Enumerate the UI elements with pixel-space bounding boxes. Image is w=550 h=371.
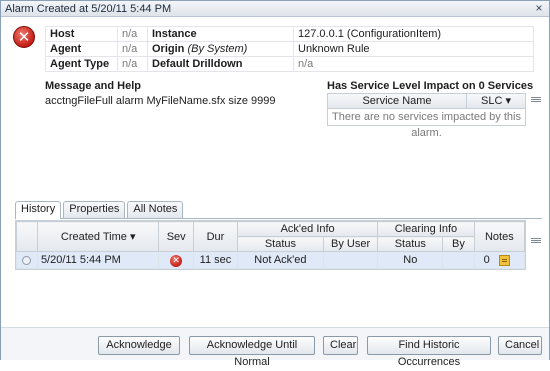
services-grid-header: Service Name SLC ▾: [328, 94, 525, 109]
tab-strip: History Properties All Notes: [15, 201, 185, 219]
sev-column-header[interactable]: Sev: [158, 221, 194, 252]
host-value: n/a: [117, 26, 148, 42]
row-radio[interactable]: [22, 255, 32, 265]
title-bar: Alarm Created at 5/20/11 5:44 PM ×: [1, 1, 549, 17]
service-impact-heading: Has Service Level Impact on 0 Services: [327, 80, 534, 92]
origin-label: Origin (By System): [147, 41, 294, 57]
default-drilldown-label: Default Drilldown: [147, 56, 294, 72]
host-label: Host: [45, 26, 118, 42]
row-select-cell[interactable]: [16, 251, 38, 269]
notes-cell: 0: [473, 251, 526, 269]
property-row: Agent n/a Origin (By System) Unknown Rul…: [45, 41, 534, 57]
instance-label: Instance: [147, 26, 294, 42]
slc-column-header[interactable]: SLC ▾: [467, 94, 525, 108]
error-x-icon: ✕: [170, 254, 183, 267]
clearing-status-column-header[interactable]: Status: [377, 236, 444, 252]
clear-button[interactable]: Clear: [323, 336, 358, 355]
clearing-info-group-header: Clearing Info: [377, 221, 475, 237]
button-bar: Acknowledge Acknowledge Until Normal Cle…: [1, 327, 549, 368]
history-header-row: Created Time ▾ Sev Dur Ack'ed Info Clear…: [16, 221, 526, 252]
tab-all-notes[interactable]: All Notes: [127, 201, 184, 218]
dur-column-header[interactable]: Dur: [192, 221, 238, 252]
error-x-icon: ✕: [13, 26, 35, 48]
acknowledge-button[interactable]: Acknowledge: [98, 336, 180, 355]
close-icon[interactable]: ×: [533, 2, 545, 15]
window-title: Alarm Created at 5/20/11 5:44 PM: [5, 3, 172, 15]
agent-value: n/a: [117, 41, 148, 57]
property-row: Agent Type n/a Default Drilldown n/a: [45, 56, 534, 72]
history-grid: Created Time ▾ Sev Dur Ack'ed Info Clear…: [15, 220, 526, 270]
tab-properties[interactable]: Properties: [63, 201, 126, 218]
column-chooser-icon[interactable]: [531, 96, 541, 105]
acked-status-column-header[interactable]: Status: [236, 236, 324, 252]
origin-label-text: Origin: [152, 43, 185, 55]
notes-column-header[interactable]: Notes: [473, 221, 526, 252]
property-row: Host n/a Instance 127.0.0.1 (Configurati…: [45, 26, 534, 42]
agent-type-label: Agent Type: [45, 56, 118, 72]
alarm-dialog: Alarm Created at 5/20/11 5:44 PM × ✕ Hos…: [0, 0, 550, 368]
acked-by-user-column-header[interactable]: By User: [322, 236, 379, 252]
service-name-column-header[interactable]: Service Name: [328, 94, 467, 108]
clearing-status-cell: No: [377, 251, 444, 269]
services-empty-message: There are no services impacted by this a…: [332, 111, 521, 139]
agent-type-value: n/a: [117, 56, 148, 72]
clearing-by-column-header[interactable]: By: [442, 236, 475, 252]
sev-cell: ✕: [158, 251, 194, 269]
find-historic-occurrences-button[interactable]: Find Historic Occurrences: [367, 336, 491, 368]
message-text: acctngFileFull alarm MyFileName.sfx size…: [45, 95, 276, 107]
origin-label-sub: (By System): [187, 43, 248, 55]
alarm-properties-table: Host n/a Instance 127.0.0.1 (Configurati…: [45, 26, 534, 72]
notes-count: 0: [483, 254, 490, 266]
acked-info-group-header: Ack'ed Info: [236, 221, 379, 237]
note-icon[interactable]: [498, 254, 510, 266]
tab-history[interactable]: History: [15, 201, 62, 219]
select-column-header: [16, 221, 38, 252]
created-time-cell: 5/20/11 5:44 PM: [36, 251, 160, 269]
cancel-button[interactable]: Cancel: [498, 336, 542, 355]
created-time-column-header[interactable]: Created Time ▾: [36, 221, 160, 252]
message-help-heading: Message and Help: [45, 80, 141, 92]
column-chooser-icon[interactable]: [531, 237, 541, 246]
acked-status-cell: Not Ack'ed: [236, 251, 324, 269]
agent-label: Agent: [45, 41, 118, 57]
default-drilldown-value: n/a: [293, 56, 534, 72]
dur-cell: 11 sec: [192, 251, 238, 269]
acked-by-cell: [322, 251, 379, 269]
table-row[interactable]: 5/20/11 5:44 PM ✕ 11 sec Not Ack'ed No 0: [16, 251, 526, 269]
services-grid: Service Name SLC ▾ There are no services…: [327, 93, 526, 139]
acknowledge-until-normal-button[interactable]: Acknowledge Until Normal: [189, 336, 315, 368]
instance-value: 127.0.0.1 (ConfigurationItem): [293, 26, 534, 42]
origin-value: Unknown Rule: [293, 41, 534, 57]
clearing-by-cell: [442, 251, 475, 269]
